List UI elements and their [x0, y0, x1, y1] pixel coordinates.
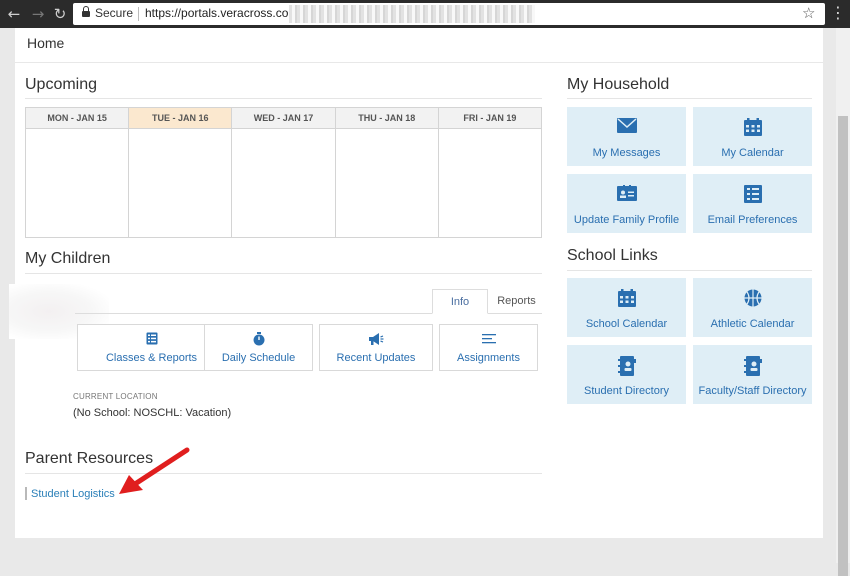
megaphone-icon [368, 332, 384, 351]
my-household-title: My Household [567, 76, 670, 93]
school-links-rule [567, 270, 812, 271]
bookmark-star-icon[interactable]: ☆ [802, 4, 815, 22]
preferences-list-icon [743, 185, 762, 208]
calendar-day-header: TUE - JAN 16 [129, 108, 232, 129]
calendar-day-fri[interactable]: FRI - JAN 19 [438, 108, 542, 237]
reload-icon[interactable]: ↻ [51, 5, 69, 23]
calendar-icon [617, 289, 636, 312]
athletic-calendar-label: Athletic Calendar [710, 318, 795, 330]
calendar-day-header: MON - JAN 15 [26, 108, 129, 129]
student-directory-label: Student Directory [584, 385, 669, 397]
faculty-staff-directory-label: Faculty/Staff Directory [698, 385, 807, 397]
calendar-day-wed[interactable]: WED - JAN 17 [232, 108, 336, 237]
envelope-icon [616, 118, 637, 138]
page-scrollbar[interactable] [836, 28, 850, 576]
calendar-day-header: WED - JAN 17 [232, 108, 335, 129]
address-book-icon [743, 356, 762, 381]
url-divider [138, 7, 139, 21]
update-family-profile-tile[interactable]: Update Family Profile [567, 174, 686, 233]
upcoming-calendar: MON - JAN 15 TUE - JAN 16 WED - JAN 17 T… [25, 107, 542, 238]
school-calendar-label: School Calendar [585, 318, 668, 330]
browser-menu-icon[interactable]: ⋮ [830, 4, 846, 24]
scrollbar-thumb[interactable] [838, 116, 848, 576]
daily-schedule-button[interactable]: Daily Schedule [204, 324, 313, 371]
my-household-rule [567, 98, 812, 99]
calendar-icon [743, 118, 762, 141]
update-family-profile-label: Update Family Profile [573, 214, 680, 226]
daily-schedule-label: Daily Schedule [221, 352, 296, 364]
url-text[interactable]: https://portals.veracross.com [145, 6, 298, 20]
calendar-day-header: THU - JAN 18 [335, 108, 438, 129]
url-redacted [289, 5, 535, 23]
school-links-title: School Links [567, 247, 658, 264]
my-children-title: My Children [25, 250, 111, 267]
my-children-rule [25, 273, 542, 274]
checklist-icon [146, 332, 158, 350]
parent-resources-rule [25, 473, 542, 474]
current-location-label: CURRENT LOCATION [73, 392, 158, 401]
recent-updates-button[interactable]: Recent Updates [319, 324, 433, 371]
student-logistics-link[interactable]: Student Logistics [31, 488, 115, 500]
address-book-icon [617, 356, 636, 381]
basketball-icon [744, 289, 762, 312]
forward-arrow-icon[interactable]: → [29, 5, 47, 23]
athletic-calendar-tile[interactable]: Athletic Calendar [693, 278, 812, 337]
secure-label: Secure [95, 6, 134, 20]
upcoming-title: Upcoming [25, 76, 98, 93]
email-preferences-tile[interactable]: Email Preferences [693, 174, 812, 233]
email-preferences-label: Email Preferences [707, 214, 798, 226]
classes-reports-label: Classes & Reports [105, 352, 198, 364]
calendar-day-tue[interactable]: TUE - JAN 16 [129, 108, 233, 237]
upcoming-rule [25, 98, 542, 99]
back-arrow-icon[interactable]: ← [5, 5, 23, 23]
tab-reports[interactable]: Reports [489, 289, 544, 314]
stopwatch-icon [252, 332, 266, 351]
current-location-value: (No School: NOSCHL: Vacation) [73, 407, 232, 419]
link-marker [25, 487, 27, 500]
school-calendar-tile[interactable]: School Calendar [567, 278, 686, 337]
tab-info[interactable]: Info [432, 289, 488, 314]
portal-page: Home Upcoming MON - JAN 15 TUE - JAN 16 … [9, 28, 823, 538]
calendar-day-thu[interactable]: THU - JAN 18 [335, 108, 439, 237]
red-arrow-annotation [119, 447, 190, 494]
calendar-day-mon[interactable]: MON - JAN 15 [26, 108, 130, 237]
breadcrumb: Home [15, 28, 823, 63]
my-messages-label: My Messages [592, 147, 661, 159]
my-messages-tile[interactable]: My Messages [567, 107, 686, 166]
lines-icon [481, 332, 496, 350]
browser-toolbar: ← → ↻ Secure https://portals.veracross.c… [0, 0, 850, 28]
faculty-staff-directory-tile[interactable]: Faculty/Staff Directory [693, 345, 812, 404]
id-card-icon [616, 185, 637, 206]
my-calendar-label: My Calendar [721, 147, 784, 159]
calendar-day-header: FRI - JAN 19 [438, 108, 542, 129]
student-directory-tile[interactable]: Student Directory [567, 345, 686, 404]
assignments-button[interactable]: Assignments [439, 324, 538, 371]
assignments-label: Assignments [457, 352, 520, 364]
address-bar[interactable]: Secure https://portals.veracross.com ☆ [73, 3, 825, 25]
recent-updates-label: Recent Updates [336, 352, 416, 364]
home-breadcrumb[interactable]: Home [27, 35, 64, 51]
lock-icon [82, 6, 90, 18]
my-calendar-tile[interactable]: My Calendar [693, 107, 812, 166]
